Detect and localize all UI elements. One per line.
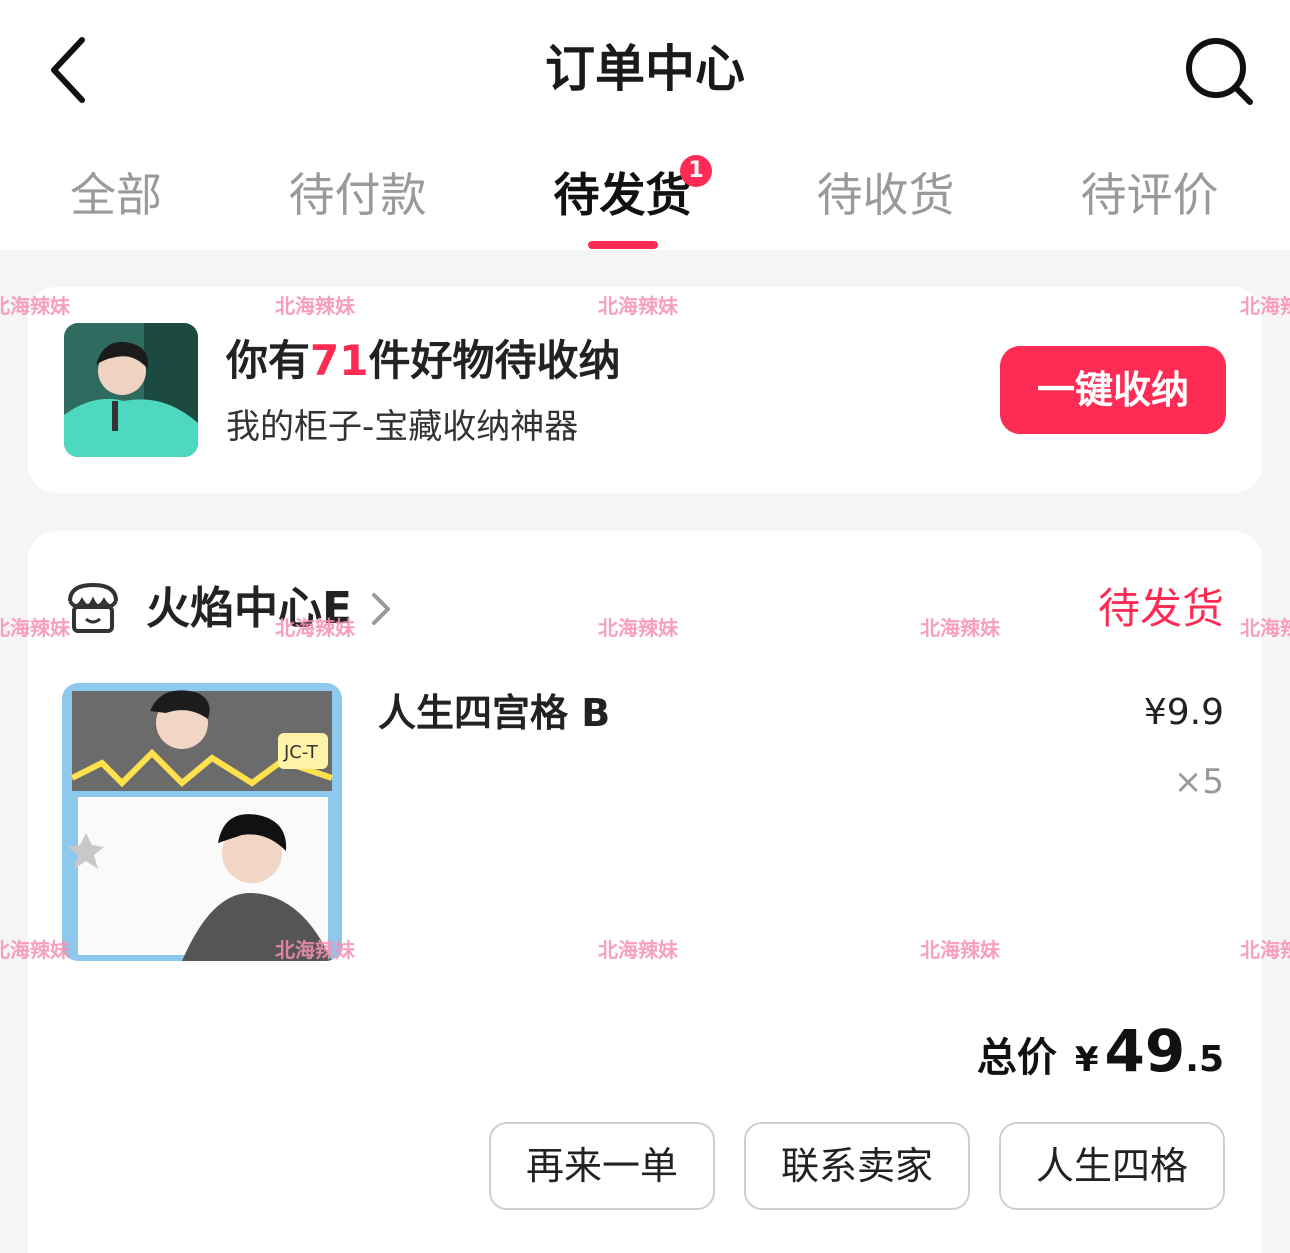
search-button[interactable] bbox=[1178, 30, 1258, 110]
product-quantity: ×5 bbox=[1173, 762, 1224, 802]
top-bar: 订单中心 全部 待付款 待发货 1 待收货 待评价 bbox=[0, 0, 1290, 250]
order-total: 总价 ¥ 49 .5 bbox=[977, 1017, 1224, 1087]
active-tab-indicator bbox=[588, 241, 658, 249]
promo-thumbnail bbox=[64, 323, 198, 457]
search-icon bbox=[1186, 38, 1253, 105]
tab-pending-receipt[interactable]: 待收货 bbox=[808, 160, 963, 230]
order-status: 待发货 bbox=[1097, 584, 1224, 633]
tab-pending-review[interactable]: 待评价 bbox=[1072, 160, 1227, 230]
shop-icon[interactable] bbox=[64, 579, 122, 637]
tab-all[interactable]: 全部 bbox=[56, 160, 176, 230]
page-title: 订单中心 bbox=[545, 40, 745, 98]
total-integer: 49 bbox=[1104, 1017, 1186, 1085]
promo-title-prefix: 你有 bbox=[226, 336, 311, 385]
product-name[interactable]: 人生四宫格 B bbox=[378, 687, 610, 739]
storage-promo-banner[interactable]: 你有71件好物待收纳 我的柜子-宝藏收纳神器 一键收纳 bbox=[28, 287, 1262, 493]
tab-badge: 1 bbox=[680, 155, 712, 187]
contact-seller-button[interactable]: 联系卖家 bbox=[744, 1122, 970, 1210]
total-decimal: .5 bbox=[1185, 1039, 1224, 1080]
promo-item-count: 71 bbox=[310, 336, 369, 385]
promo-title-suffix: 件好物待收纳 bbox=[368, 336, 621, 385]
chevron-right-icon bbox=[372, 593, 390, 625]
tab-pending-payment[interactable]: 待付款 bbox=[280, 160, 435, 230]
product-image[interactable]: JC-T bbox=[62, 683, 342, 961]
tab-pending-shipment[interactable]: 待发货 bbox=[545, 160, 700, 230]
one-click-store-button[interactable]: 一键收纳 bbox=[1000, 346, 1226, 434]
promo-image bbox=[64, 323, 198, 457]
promo-subtitle: 我的柜子-宝藏收纳神器 bbox=[226, 407, 579, 447]
reorder-button[interactable]: 再来一单 bbox=[489, 1122, 715, 1210]
product-image-label: JC-T bbox=[283, 742, 319, 763]
promo-title: 你有71件好物待收纳 bbox=[226, 333, 620, 389]
product-link-button[interactable]: 人生四格 bbox=[999, 1122, 1225, 1210]
total-label: 总价 bbox=[976, 1035, 1057, 1081]
total-currency: ¥ bbox=[1074, 1040, 1099, 1080]
order-card: 火焰中心E 待发货 JC-T 人生四宫格 B ¥9.9 ×5 总价 ¥ 49 .… bbox=[28, 531, 1262, 1253]
product-price: ¥9.9 bbox=[1143, 692, 1224, 733]
shop-name[interactable]: 火焰中心E bbox=[146, 581, 352, 637]
